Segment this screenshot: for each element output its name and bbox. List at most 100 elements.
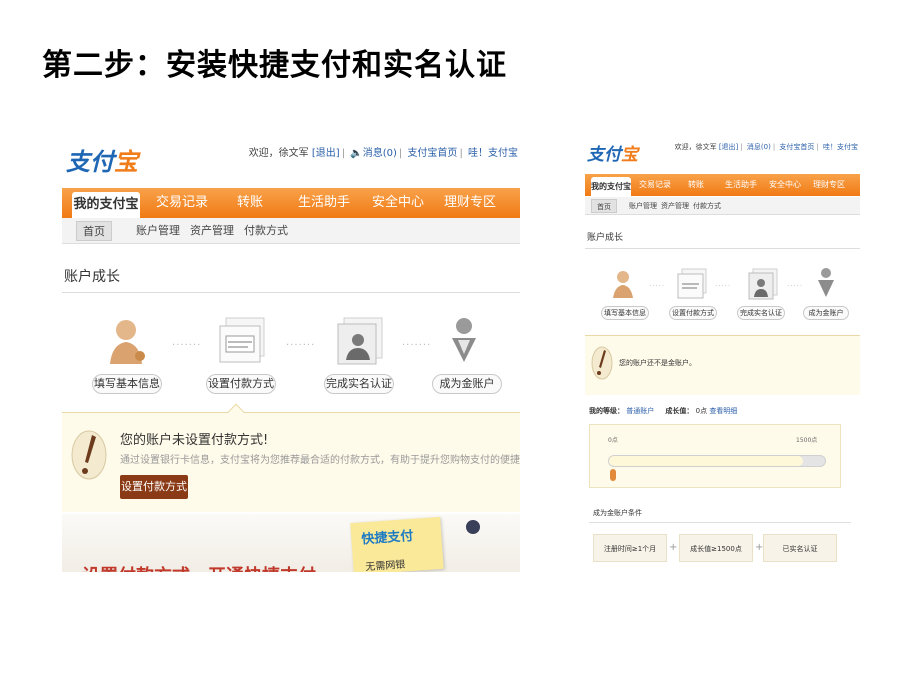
step-real-name[interactable]: 完成实名认证	[324, 374, 394, 394]
progress-max-label: 1500点	[796, 437, 818, 444]
help-link[interactable]: 哇！支付宝	[468, 148, 518, 159]
tab-transactions[interactable]: 交易记录	[637, 174, 673, 196]
messages-link[interactable]: 消息(0)	[363, 148, 397, 159]
logout-link[interactable]: [退出]	[719, 143, 738, 151]
condition-verified: 已实名认证	[763, 534, 837, 562]
person-icon	[613, 271, 633, 298]
speaker-icon: 🔈	[350, 148, 363, 159]
alipay-home-link[interactable]: 支付宝首页	[407, 148, 457, 159]
sticky-subtitle: 无需网银	[365, 559, 406, 572]
progress-fill	[609, 456, 804, 466]
sticky-note: 快捷支付 无需网银	[350, 516, 444, 572]
alipay-home-link[interactable]: 支付宝首页	[779, 143, 814, 151]
tab-my-alipay[interactable]: 我的支付宝	[591, 177, 631, 196]
subnav-assets[interactable]: 资产管理	[661, 197, 689, 215]
tab-finance[interactable]: 理财专区	[440, 188, 500, 218]
subnav-home[interactable]: 首页	[76, 221, 112, 241]
gold-user-icon	[818, 268, 834, 297]
conditions-title: 成为金账户条件	[593, 509, 642, 517]
growth-value: 0点	[695, 407, 708, 415]
subnav-payment[interactable]: 付款方式	[244, 218, 288, 244]
divider	[62, 292, 520, 293]
level-label: 我的等级：	[589, 407, 624, 415]
step-dots: ·······	[402, 340, 432, 351]
step-set-payment[interactable]: 设置付款方式	[669, 306, 717, 320]
level-row: 我的等级： 普通账户 成长值： 0点 查看明细	[589, 406, 737, 416]
sub-nav: 首页 账户管理 资产管理 付款方式	[62, 218, 520, 244]
card-icon	[219, 317, 265, 363]
divider	[585, 248, 860, 249]
notice-title: 您的账户还不是金账户。	[619, 359, 696, 367]
set-payment-button[interactable]: 设置付款方式	[120, 475, 188, 499]
growth-progress: 0点 1500点	[589, 424, 841, 488]
alipay-screenshot-small: 支付宝 欢迎，徐文军 [退出] | 消息(0) | 支付宝首页 | 哇！支付宝 我的支…	[585, 130, 860, 564]
condition-growth: 成长值≥1500点	[679, 534, 753, 562]
subnav-account[interactable]: 账户管理	[629, 197, 657, 215]
tab-finance[interactable]: 理财专区	[811, 174, 847, 196]
tab-transactions[interactable]: 交易记录	[152, 188, 212, 218]
step-set-payment[interactable]: 设置付款方式	[206, 374, 276, 394]
divider	[589, 522, 851, 523]
tab-security-center[interactable]: 安全中心	[368, 188, 428, 218]
help-link[interactable]: 哇！支付宝	[823, 143, 858, 151]
sub-nav: 首页 账户管理 资产管理 付款方式	[585, 197, 860, 215]
sticky-title: 快捷支付	[360, 528, 414, 548]
subnav-payment[interactable]: 付款方式	[693, 197, 721, 215]
subnav-assets[interactable]: 资产管理	[190, 218, 234, 244]
step-fill-info[interactable]: 填写基本信息	[601, 306, 649, 320]
alipay-logo[interactable]: 支付宝	[66, 142, 138, 177]
gold-user-icon	[452, 318, 476, 362]
main-nav: 我的支付宝 交易记录 转账 生活助手 安全中心 理财专区	[585, 174, 860, 196]
payment-method-notice: 您的账户未设置付款方式! 通过设置银行卡信息，支付宝将为您推荐最合适的付款方式，…	[62, 403, 520, 512]
progress-track	[608, 455, 826, 467]
step-dots: ·····	[715, 282, 732, 290]
messages-link[interactable]: 消息(0)	[747, 143, 771, 151]
step-dots: ·······	[172, 340, 202, 351]
card-icon	[677, 268, 707, 299]
top-links: 欢迎，徐文军 [退出] | 🔈消息(0) | 支付宝首页 | 哇！支付宝	[248, 148, 518, 159]
top-bar: 支付宝 欢迎，徐文军 [退出] | 🔈消息(0) | 支付宝首页 | 哇！支付宝	[62, 130, 520, 186]
exclamation-icon	[591, 346, 613, 380]
alipay-screenshot-large: 支付宝 欢迎，徐文军 [退出] | 🔈消息(0) | 支付宝首页 | 哇！支付宝 我的…	[62, 130, 520, 572]
pushpin-icon	[466, 520, 480, 534]
progress-min-label: 0点	[608, 437, 618, 444]
id-card-icon	[748, 268, 778, 300]
tab-security-center[interactable]: 安全中心	[767, 174, 803, 196]
top-links: 欢迎，徐文军 [退出] | 消息(0) | 支付宝首页 | 哇！支付宝	[674, 143, 858, 151]
id-card-icon	[337, 317, 383, 365]
welcome-text: 欢迎，徐文军	[674, 143, 717, 151]
step-dots: ·····	[649, 282, 666, 290]
logout-link[interactable]: [退出]	[312, 148, 340, 159]
condition-registration: 注册时间≥1个月	[593, 534, 667, 562]
promo-text: 设置付款方式，开通快捷支付	[82, 562, 316, 572]
tab-transfer[interactable]: 转账	[228, 188, 272, 218]
notice-description: 通过设置银行卡信息，支付宝将为您推荐最合适的付款方式，有助于提升您购物支付的便捷…	[120, 455, 520, 466]
level-value[interactable]: 普通账户	[626, 407, 654, 415]
quick-pay-promo: 设置付款方式，开通快捷支付 快捷支付 无需网银	[62, 514, 520, 572]
tab-my-alipay[interactable]: 我的支付宝	[72, 192, 140, 218]
step-dots: ·····	[787, 282, 804, 290]
gold-account-notice: 您的账户还不是金账户。	[585, 335, 860, 395]
tab-transfer[interactable]: 转账	[683, 174, 709, 196]
notice-title: 您的账户未设置付款方式!	[120, 433, 269, 448]
slide-title: 第二步：安装快捷支付和实名认证	[42, 48, 507, 83]
section-title: 账户成长	[587, 233, 624, 243]
subnav-account[interactable]: 账户管理	[136, 218, 180, 244]
plus-icon: +	[669, 542, 678, 553]
growth-detail-link[interactable]: 查看明细	[709, 407, 737, 415]
growth-label: 成长值：	[665, 407, 694, 415]
notice-caret	[227, 403, 245, 421]
person-icon	[110, 320, 145, 364]
welcome-text: 欢迎，徐文军	[248, 148, 309, 159]
step-real-name[interactable]: 完成实名认证	[737, 306, 785, 320]
section-title: 账户成长	[64, 269, 120, 285]
tab-life-assistant[interactable]: 生活助手	[723, 174, 759, 196]
step-dots: ·······	[286, 340, 316, 351]
progress-marker	[610, 469, 616, 481]
alipay-logo[interactable]: 支付宝	[587, 140, 638, 165]
step-gold-account[interactable]: 成为金账户	[803, 306, 849, 320]
tab-life-assistant[interactable]: 生活助手	[294, 188, 354, 218]
step-fill-info[interactable]: 填写基本信息	[92, 374, 162, 394]
step-gold-account[interactable]: 成为金账户	[432, 374, 502, 394]
subnav-home[interactable]: 首页	[591, 199, 617, 213]
